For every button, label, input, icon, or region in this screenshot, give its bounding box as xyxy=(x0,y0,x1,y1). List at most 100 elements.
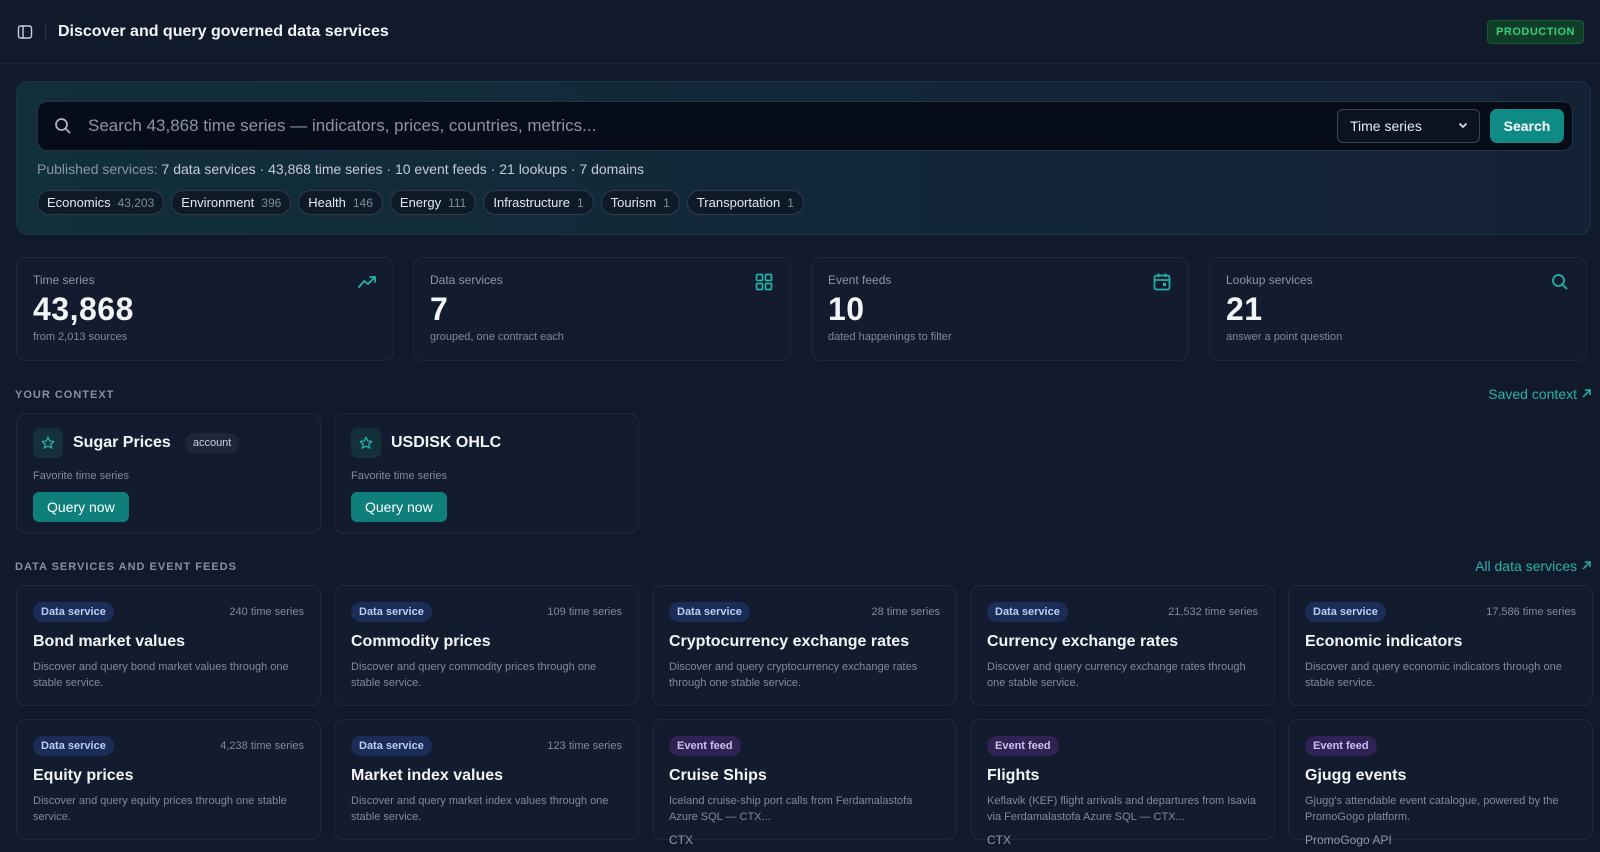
star-icon[interactable] xyxy=(351,428,381,458)
stat-label: Time series xyxy=(33,273,95,287)
stat-card-lookup-services[interactable]: Lookup services 21 answer a point questi… xyxy=(1209,257,1587,361)
service-title: Flights xyxy=(987,767,1040,784)
summary-value: 7 data services · 43,868 time series · 1… xyxy=(161,161,644,177)
domain-count: 1 xyxy=(663,195,670,210)
chevron-down-icon xyxy=(1457,118,1469,134)
type-badge: Data service xyxy=(669,602,750,622)
domain-chip[interactable]: Transportation 1 xyxy=(686,190,804,215)
service-description: Discover and query cryptocurrency exchan… xyxy=(669,661,918,689)
service-title: Cruise Ships xyxy=(669,767,767,784)
stat-card-time-series[interactable]: Time series 43,868 from 2,013 sources xyxy=(16,257,394,361)
domain-chip[interactable]: Energy 111 xyxy=(389,190,477,215)
stat-value: 10 xyxy=(828,291,865,327)
event-feed-card[interactable]: Event feed Flights Keflavik (KEF) flight… xyxy=(970,719,1275,847)
stat-label: Lookup services xyxy=(1226,273,1313,287)
service-description: Keflavik (KEF) flight arrivals and depar… xyxy=(987,795,1256,823)
search-type-select[interactable]: Time series xyxy=(1337,109,1480,143)
series-count: 21,532 time series xyxy=(1168,606,1258,618)
stat-value: 21 xyxy=(1226,291,1263,327)
context-tag: account xyxy=(184,433,240,453)
series-count: 123 time series xyxy=(547,740,622,752)
service-title: Bond market values xyxy=(33,633,186,650)
service-description: Gjugg's attendable event catalogue, powe… xyxy=(1305,795,1559,823)
service-description: Discover and query market index values t… xyxy=(351,795,609,823)
service-description: Discover and query equity prices through… xyxy=(33,795,287,823)
domain-chip[interactable]: Tourism 1 xyxy=(600,190,680,215)
type-badge: Data service xyxy=(33,602,114,622)
query-now-button[interactable]: Query now xyxy=(33,492,129,522)
service-card[interactable]: Data service 28 time series Cryptocurrenc… xyxy=(652,585,957,706)
series-count: 240 time series xyxy=(229,606,304,618)
context-sub: Favorite time series xyxy=(351,470,447,482)
search-icon xyxy=(38,101,88,151)
stat-sub: answer a point question xyxy=(1226,331,1343,343)
domain-chip[interactable]: Health 146 xyxy=(298,190,383,215)
context-card[interactable]: Sugar Prices account Favorite time serie… xyxy=(16,413,321,534)
type-badge: Event feed xyxy=(1305,736,1377,756)
calendar-icon xyxy=(1152,272,1172,292)
grid-icon xyxy=(754,272,774,292)
domain-chip[interactable]: Economics 43,203 xyxy=(37,190,165,215)
series-count: 28 time series xyxy=(871,606,940,618)
arrow-up-right-icon xyxy=(1581,386,1592,402)
domain-count: 43,203 xyxy=(117,195,155,210)
service-card[interactable]: Data service 4,238 time series Equity pri… xyxy=(16,719,321,840)
service-title: Currency exchange rates xyxy=(987,633,1179,650)
domain-count: 396 xyxy=(261,195,282,210)
event-feed-card[interactable]: Event feed Gjugg events Gjugg's attendab… xyxy=(1288,719,1593,847)
stat-sub: from 2,013 sources xyxy=(33,331,128,343)
summary-label: Published services: xyxy=(37,161,158,177)
sidebar-toggle-icon[interactable] xyxy=(16,23,34,41)
stat-card-data-services[interactable]: Data services 7 grouped, one contract ea… xyxy=(413,257,791,361)
search-hero: Time series Search Published services: 7… xyxy=(16,81,1591,235)
type-badge: Data service xyxy=(987,602,1068,622)
domain-chip[interactable]: Environment 396 xyxy=(171,190,292,215)
context-section-title: YOUR CONTEXT xyxy=(15,389,115,401)
type-badge: Event feed xyxy=(987,736,1059,756)
service-source: CTX xyxy=(669,833,693,847)
event-feed-card[interactable]: Event feed Cruise Ships Iceland cruise-s… xyxy=(652,719,957,847)
series-count: 4,238 time series xyxy=(220,740,304,752)
search-input[interactable] xyxy=(88,102,1337,150)
service-card[interactable]: Data service 21,532 time series Currency … xyxy=(970,585,1275,706)
service-card[interactable]: Data service 109 time series Commodity pr… xyxy=(334,585,639,706)
stat-card-event-feeds[interactable]: Event feeds 10 dated happenings to filte… xyxy=(811,257,1189,361)
arrow-up-right-icon xyxy=(1581,558,1592,574)
all-data-services-link[interactable]: All data services xyxy=(1475,558,1592,574)
top-bar: Discover and query governed data service… xyxy=(0,0,1600,64)
service-description: Discover and query currency exchange rat… xyxy=(987,661,1246,689)
type-badge: Data service xyxy=(33,736,114,756)
stat-sub: grouped, one contract each xyxy=(430,331,564,343)
saved-context-link[interactable]: Saved context xyxy=(1488,386,1592,402)
service-source: PromoGogo API xyxy=(1305,833,1392,847)
query-now-button[interactable]: Query now xyxy=(351,492,447,522)
service-card[interactable]: Data service 17,586 time series Economic … xyxy=(1288,585,1593,706)
domain-chip[interactable]: Infrastructure 1 xyxy=(483,190,594,215)
service-card[interactable]: Data service 123 time series Market index… xyxy=(334,719,639,840)
domain-chips: Economics 43,203 Environment 396 Health 146… xyxy=(37,190,804,215)
service-title: Market index values xyxy=(351,767,504,784)
search-button[interactable]: Search xyxy=(1490,109,1564,143)
domain-count: 1 xyxy=(787,195,794,210)
trend-line-icon xyxy=(357,272,377,292)
context-name: USDISK OHLC xyxy=(391,434,502,451)
stat-value: 43,868 xyxy=(33,291,134,327)
page-title: Discover and query governed data service… xyxy=(58,22,389,40)
context-card[interactable]: USDISK OHLC Favorite time series Query n… xyxy=(334,413,639,534)
series-count: 109 time series xyxy=(547,606,622,618)
search-icon xyxy=(1550,272,1570,292)
context-name: Sugar Prices xyxy=(73,434,171,451)
service-description: Iceland cruise-ship port calls from Ferd… xyxy=(669,795,913,823)
header-divider xyxy=(45,21,46,42)
service-title: Commodity prices xyxy=(351,633,491,650)
service-card[interactable]: Data service 240 time series Bond market … xyxy=(16,585,321,706)
stat-value: 7 xyxy=(430,291,449,327)
service-title: Gjugg events xyxy=(1305,767,1407,784)
service-description: Discover and query commodity prices thro… xyxy=(351,661,597,689)
stat-label: Data services xyxy=(430,273,503,287)
star-icon[interactable] xyxy=(33,428,63,458)
type-badge: Data service xyxy=(351,736,432,756)
series-count: 17,586 time series xyxy=(1486,606,1576,618)
service-title: Equity prices xyxy=(33,767,134,784)
domain-count: 1 xyxy=(576,195,584,210)
